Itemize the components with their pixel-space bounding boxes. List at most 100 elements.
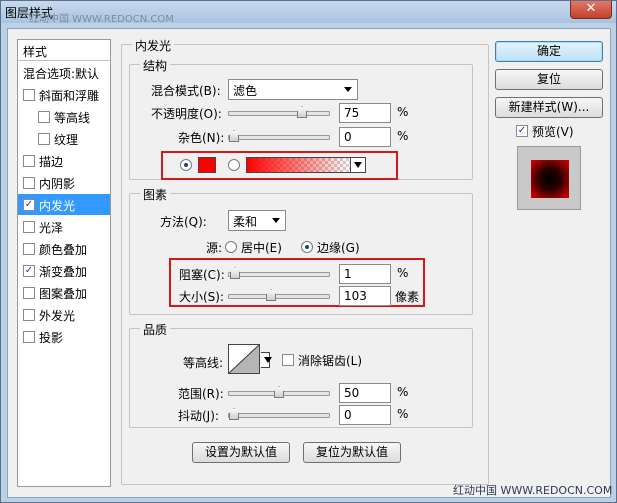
style-list-checkbox[interactable]: ✓: [23, 199, 35, 211]
jitter-input[interactable]: 0: [339, 405, 391, 425]
blend-mode-label: 混合模式(B):: [151, 84, 221, 98]
solid-color-radio[interactable]: [180, 159, 192, 171]
range-input[interactable]: 50: [339, 383, 391, 403]
style-list-label: 内阴影: [39, 177, 76, 191]
style-list: 样式 混合选项:默认斜面和浮雕等高线 纹理描边内阴影 ✓ 内发光光泽颜色叠加 ✓ 渐变叠加…: [17, 39, 111, 487]
style-list-item[interactable]: 混合选项:默认: [18, 62, 110, 83]
jitter-slider-thumb[interactable]: [229, 408, 239, 420]
range-unit: %: [397, 385, 409, 399]
preview-label[interactable]: 预览(V): [532, 123, 574, 140]
contour-curve-icon: [228, 344, 260, 374]
size-slider[interactable]: [228, 289, 330, 301]
style-list-checkbox[interactable]: [23, 243, 35, 255]
opacity-label: 不透明度(O):: [151, 107, 222, 121]
style-list-checkbox[interactable]: [23, 331, 35, 343]
jitter-label: 抖动(J):: [178, 409, 219, 423]
jitter-slider[interactable]: [228, 408, 330, 420]
choke-label: 阻塞(C):: [179, 268, 225, 282]
layer-style-dialog: 图层样式 红动中国 WWW.REDOCN.COM ✕ 样式 混合选项:默认斜面和…: [0, 0, 617, 503]
noise-slider-thumb[interactable]: [229, 130, 239, 142]
preview-checkbox[interactable]: ✓: [516, 125, 528, 137]
range-label: 范围(R):: [178, 387, 224, 401]
style-list-checkbox[interactable]: [23, 89, 35, 101]
contour-label: 等高线:: [183, 356, 224, 370]
style-list-item[interactable]: 等高线: [18, 106, 110, 127]
style-list-item[interactable]: 图案叠加: [18, 282, 110, 303]
style-list-checkbox[interactable]: [38, 133, 50, 145]
noise-label: 杂色(N):: [178, 131, 225, 145]
style-list-label: 斜面和浮雕: [39, 89, 100, 103]
size-label: 大小(S):: [179, 290, 225, 304]
style-list-label: 光泽: [39, 221, 64, 235]
structure-title: 结构: [140, 57, 171, 74]
glow-color-swatch[interactable]: [198, 157, 216, 173]
source-center-radio[interactable]: [225, 241, 237, 253]
choke-input[interactable]: 1: [339, 264, 391, 284]
blend-mode-select[interactable]: 滤色: [228, 79, 358, 100]
style-list-item[interactable]: 斜面和浮雕: [18, 84, 110, 105]
gradient-radio[interactable]: [228, 159, 240, 171]
make-default-button[interactable]: 设置为默认值: [192, 442, 290, 463]
style-list-item[interactable]: 内阴影: [18, 172, 110, 193]
style-list-checkbox[interactable]: [38, 111, 50, 123]
style-list-header[interactable]: 样式: [18, 40, 110, 61]
dialog-client: 样式 混合选项:默认斜面和浮雕等高线 纹理描边内阴影 ✓ 内发光光泽颜色叠加 ✓ 渐变叠加…: [7, 28, 611, 498]
style-preview-swatch: [531, 160, 569, 198]
style-list-checkbox[interactable]: [23, 221, 35, 233]
style-list-label: 颜色叠加: [39, 243, 88, 257]
chevron-down-icon: [344, 87, 352, 92]
close-button[interactable]: ✕: [570, 1, 612, 19]
anti-alias-checkbox[interactable]: [282, 354, 294, 366]
size-input[interactable]: 103: [339, 286, 391, 306]
choke-slider[interactable]: [228, 267, 330, 279]
watermark-top: 红动中国 WWW.REDOCN.COM: [29, 14, 174, 25]
anti-alias-label[interactable]: 消除锯齿(L): [298, 352, 362, 369]
range-slider-thumb[interactable]: [274, 386, 284, 398]
gradient-dropdown-button[interactable]: [350, 157, 366, 173]
opacity-slider-thumb[interactable]: [297, 106, 307, 118]
opacity-slider[interactable]: [228, 106, 330, 118]
noise-input[interactable]: 0: [339, 127, 391, 147]
style-list-checkbox[interactable]: [23, 155, 35, 167]
style-list-label: 描边: [39, 155, 64, 169]
glow-gradient-swatch[interactable]: [246, 157, 351, 173]
range-slider[interactable]: [228, 386, 330, 398]
source-edge-label[interactable]: 边缘(G): [317, 239, 360, 256]
style-list-checkbox[interactable]: ✓: [23, 265, 35, 277]
inner-glow-title: 内发光: [132, 37, 175, 54]
jitter-unit: %: [397, 407, 409, 421]
ok-button[interactable]: 确定: [495, 41, 603, 62]
style-list-item[interactable]: 颜色叠加: [18, 238, 110, 259]
technique-value: 柔和: [233, 215, 258, 229]
quality-title: 品质: [140, 321, 171, 338]
style-list-item[interactable]: ✓ 内发光: [18, 194, 110, 215]
contour-dropdown-button[interactable]: [261, 352, 272, 368]
style-list-item[interactable]: ✓ 渐变叠加: [18, 260, 110, 281]
style-list-item[interactable]: 光泽: [18, 216, 110, 237]
style-list-checkbox[interactable]: [23, 309, 35, 321]
style-list-item[interactable]: 投影: [18, 326, 110, 347]
new-style-button[interactable]: 新建样式(W)...: [495, 97, 603, 118]
contour-preview[interactable]: [228, 344, 260, 374]
structure-group: 结构 混合模式(B): 滤色 不透明度(O): 75 % 杂色(N): 0 %: [129, 57, 473, 180]
style-list-item[interactable]: 外发光: [18, 304, 110, 325]
style-list-label: 内发光: [39, 199, 76, 213]
technique-label: 方法(Q):: [160, 215, 207, 229]
opacity-unit: %: [397, 105, 409, 119]
source-edge-radio[interactable]: [301, 241, 313, 253]
reset-button[interactable]: 复位: [495, 69, 603, 90]
reset-default-button[interactable]: 复位为默认值: [303, 442, 401, 463]
opacity-input[interactable]: 75: [339, 103, 391, 123]
style-list-checkbox[interactable]: [23, 177, 35, 189]
size-unit: 像素: [395, 290, 420, 304]
title-bar[interactable]: 图层样式 红动中国 WWW.REDOCN.COM ✕: [1, 1, 616, 25]
source-label: 源:: [206, 241, 223, 255]
technique-select[interactable]: 柔和: [228, 210, 286, 231]
style-list-label: 外发光: [39, 309, 76, 323]
noise-slider[interactable]: [228, 130, 330, 142]
source-center-label[interactable]: 居中(E): [241, 239, 282, 256]
style-list-item[interactable]: 描边: [18, 150, 110, 171]
elements-group: 图素 方法(Q): 柔和 源: 居中(E) 边缘(G) 阻塞(C): 1 % 大…: [129, 186, 473, 315]
style-list-checkbox[interactable]: [23, 287, 35, 299]
style-list-item[interactable]: 纹理: [18, 128, 110, 149]
